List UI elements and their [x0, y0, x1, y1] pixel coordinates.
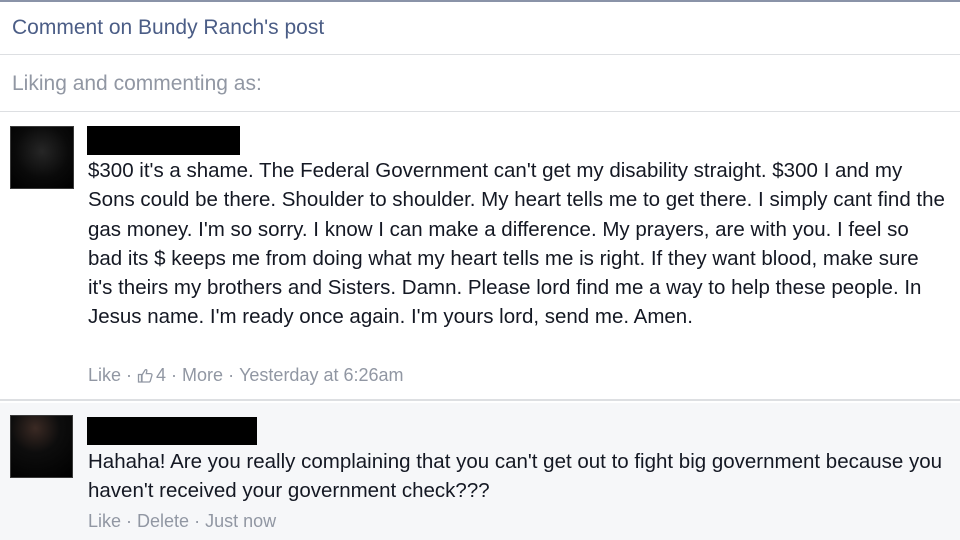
- liking-as-bar[interactable]: Liking and commenting as:: [0, 55, 960, 112]
- separator: ·: [194, 511, 201, 531]
- separator: ·: [126, 365, 133, 385]
- redacted-author-name: [87, 126, 240, 155]
- like-count-value: 4: [156, 365, 167, 385]
- avatar[interactable]: [10, 415, 73, 478]
- comment-text: Hahaha! Are you really complaining that …: [88, 450, 943, 503]
- comment-actions: Like · Delete · Just now: [88, 511, 276, 532]
- comment-text: $300 it's a shame. The Federal Governmen…: [88, 159, 945, 329]
- timestamp[interactable]: Yesterday at 6:26am: [239, 365, 403, 385]
- more-link[interactable]: More: [182, 365, 223, 385]
- page-title: Comment on Bundy Ranch's post: [12, 16, 325, 39]
- separator: ·: [228, 365, 235, 385]
- comment-item-own: Hahaha! Are you really complaining that …: [0, 403, 960, 540]
- comment-actions: Like · 4 · More · Yesterday at 6:26am: [88, 365, 404, 386]
- redacted-author-name: [87, 417, 257, 445]
- separator: ·: [171, 365, 178, 385]
- thumbs-up-icon: [137, 368, 153, 383]
- separator: ·: [126, 511, 133, 531]
- avatar[interactable]: [10, 126, 74, 189]
- comment-item: $300 it's a shame. The Federal Governmen…: [0, 112, 960, 401]
- liking-as-label: Liking and commenting as:: [12, 72, 262, 95]
- comment-header: Comment on Bundy Ranch's post: [0, 2, 960, 55]
- delete-link[interactable]: Delete: [137, 511, 189, 531]
- like-count[interactable]: 4: [137, 365, 166, 385]
- like-link[interactable]: Like: [88, 511, 121, 531]
- like-link[interactable]: Like: [88, 365, 121, 385]
- timestamp[interactable]: Just now: [205, 511, 276, 531]
